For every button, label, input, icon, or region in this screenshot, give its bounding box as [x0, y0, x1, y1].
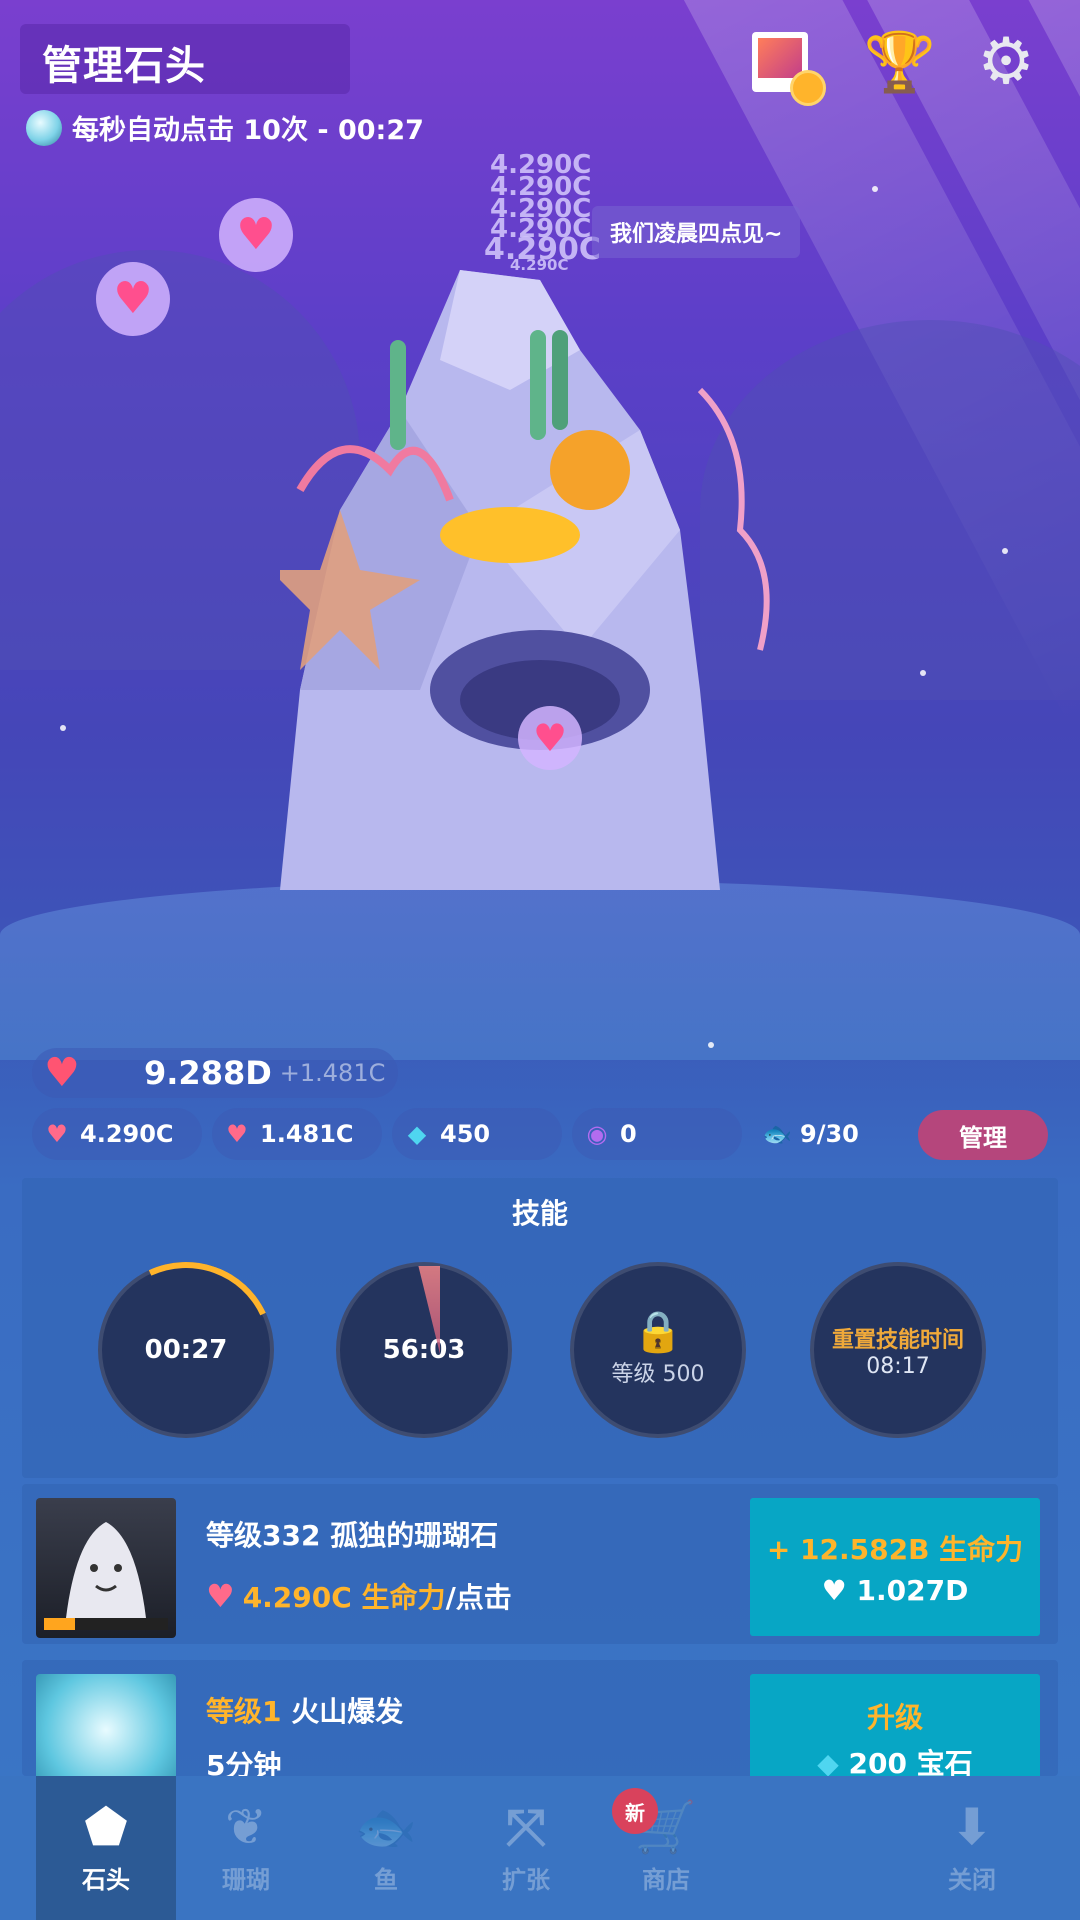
reset-skill-label: 重置技能时间: [831, 1327, 964, 1353]
heart-icon: ♥: [236, 209, 276, 260]
skills-panel: 技能 00:27 56:03 🔒 等级 500 重置技能时间 08:17: [22, 1178, 1058, 1478]
pearls-pill: ◉ 0: [572, 1108, 742, 1160]
life-counter: ♥ 9.288D +1.481C: [32, 1048, 398, 1098]
coral-rock[interactable]: [280, 270, 800, 910]
lock-icon: 🔒: [633, 1309, 683, 1355]
tab-label: 扩张: [502, 1865, 550, 1894]
rock-stat-value: 4.290C 生命力: [242, 1581, 446, 1614]
per-second-value: 1.481C: [260, 1120, 354, 1148]
level-progress: [44, 1618, 168, 1630]
aquarium-scene[interactable]: 4.290C 4.290C 4.290C 4.290C 4.290C 4.290…: [0, 0, 1080, 1060]
upgrade-gain: + 12.582B 生命力: [766, 1532, 1024, 1566]
auto-click-text: 每秒自动点击 10次 - 00:27: [72, 115, 424, 146]
volcano-thumbnail: [36, 1674, 176, 1776]
gem-icon: ◆: [817, 1747, 849, 1776]
fish-icon: 🐟: [762, 1120, 792, 1148]
skill-boost[interactable]: 56:03: [336, 1262, 512, 1438]
new-badge: 新: [612, 1788, 658, 1834]
rock-icon: ⬟: [84, 1797, 128, 1856]
trophy-button[interactable]: 🏆: [862, 24, 938, 100]
skill-cooldown-arc: [73, 1237, 299, 1463]
rock-stat-suffix: /点击: [445, 1581, 512, 1614]
pearls-value: 0: [620, 1120, 637, 1148]
heart-icon: ♥: [44, 1050, 80, 1096]
rock-name: 等级332 孤独的珊瑚石: [206, 1519, 499, 1552]
heart-icon: ♥: [113, 273, 153, 324]
life-rate: +1.481C: [279, 1059, 386, 1087]
coral-icon: ❦: [225, 1797, 267, 1856]
gem-icon: ◆: [407, 1120, 427, 1148]
upgrade-cost: ♥ 1.027D: [821, 1573, 969, 1607]
life-total: 9.288D: [144, 1054, 272, 1092]
gallery-button[interactable]: [742, 24, 826, 106]
tab-label: 珊瑚: [222, 1865, 270, 1894]
skill-unlock-level: 等级 500: [611, 1362, 705, 1387]
skill-locked[interactable]: 🔒 等级 500: [570, 1262, 746, 1438]
rock-stat: ♥ 4.290C 生命力/点击: [206, 1576, 512, 1616]
tab-label: 鱼: [374, 1865, 398, 1894]
bubble: [60, 725, 66, 731]
heart-bubble[interactable]: ♥: [219, 198, 293, 272]
heart-bubble[interactable]: ♥: [518, 706, 582, 770]
heart-icon: ♥: [532, 716, 568, 760]
gallery-icon: [752, 32, 826, 106]
bubble: [708, 1042, 714, 1048]
trophy-icon: 🏆: [863, 28, 937, 96]
skill-auto-click[interactable]: 00:27: [73, 1237, 299, 1463]
download-icon: ⬇: [951, 1797, 993, 1856]
bubble: [920, 670, 926, 676]
expand-icon: ⤧: [506, 1797, 546, 1856]
upgrade-label: 升级: [866, 1701, 923, 1734]
fish-count: 9/30: [800, 1120, 859, 1148]
settings-button[interactable]: ⚙: [968, 24, 1044, 100]
skill-timer: 08:17: [866, 1353, 930, 1379]
gems-pill: ◆ 450: [392, 1108, 562, 1160]
fish-icon: 🐟: [354, 1797, 418, 1856]
gems-value: 450: [440, 1120, 491, 1148]
pearl-icon: ◉: [586, 1120, 608, 1148]
per-second-pill: ♥ 1.481C: [212, 1108, 382, 1160]
skills-title: 技能: [511, 1197, 568, 1230]
skill-reset[interactable]: 重置技能时间 08:17: [810, 1262, 986, 1438]
manage-button[interactable]: 管理: [918, 1110, 1048, 1160]
volcano-duration: 5分钟: [206, 1749, 282, 1776]
rock-thumbnail: [36, 1498, 176, 1638]
speech-bubble: 我们凌晨四点见~: [592, 206, 801, 258]
floating-value: 4.290C: [510, 256, 569, 274]
fish-pill: 🐟 9/30: [752, 1108, 922, 1160]
upgrade-cost: ◆ 200 宝石: [817, 1742, 972, 1776]
resource-bar: ♥ 4.290C ♥ 1.481C ◆ 450 ◉ 0 🐟 9/30: [32, 1108, 1056, 1160]
gear-icon: ⚙: [977, 25, 1035, 99]
heart-tap-icon: ♥: [206, 1577, 235, 1615]
heart-icon: ♥: [821, 1573, 857, 1607]
volcano-skill-card: 等级1 火山爆发 5分钟 升级 ◆ 200 宝石: [22, 1660, 1058, 1776]
tab-fish[interactable]: 🐟 鱼: [316, 1776, 456, 1920]
volcano-upgrade-button[interactable]: 升级 ◆ 200 宝石: [750, 1674, 1040, 1776]
tab-label: 石头: [82, 1865, 130, 1894]
rock-upgrade-card: 等级332 孤独的珊瑚石 ♥ 4.290C 生命力/点击 + 12.582B 生…: [22, 1484, 1058, 1644]
skill-timer: 56:03: [382, 1335, 466, 1365]
auto-click-status: 每秒自动点击 10次 - 00:27: [26, 108, 424, 147]
bottom-nav: ⬟ 石头 ❦ 珊瑚 🐟 鱼 ⤧ 扩张 🛒 商店 ⬇ 关闭: [0, 1776, 1080, 1920]
tab-label: 关闭: [948, 1865, 996, 1894]
heart-tap-icon: ♥: [46, 1120, 68, 1148]
close-panel-button[interactable]: ⬇ 关闭: [902, 1776, 1042, 1920]
tab-label: 商店: [642, 1865, 690, 1894]
page-title: 管理石头: [42, 43, 206, 89]
auto-click-icon: [26, 109, 62, 146]
per-click-pill: ♥ 4.290C: [32, 1108, 202, 1160]
bubble: [1002, 548, 1008, 554]
bubble: [872, 186, 878, 192]
rock-upgrade-button[interactable]: + 12.582B 生命力 ♥ 1.027D: [750, 1498, 1040, 1636]
medal-icon: [790, 70, 826, 106]
tab-rock[interactable]: ⬟ 石头: [36, 1776, 176, 1920]
tab-coral[interactable]: ❦ 珊瑚: [176, 1776, 316, 1920]
rock-character-icon: [66, 1522, 146, 1618]
heart-clock-icon: ♥: [226, 1120, 248, 1148]
per-click-value: 4.290C: [80, 1120, 174, 1148]
heart-bubble[interactable]: ♥: [96, 262, 170, 336]
volcano-name: 等级1 火山爆发: [206, 1695, 404, 1728]
tab-expand[interactable]: ⤧ 扩张: [456, 1776, 596, 1920]
